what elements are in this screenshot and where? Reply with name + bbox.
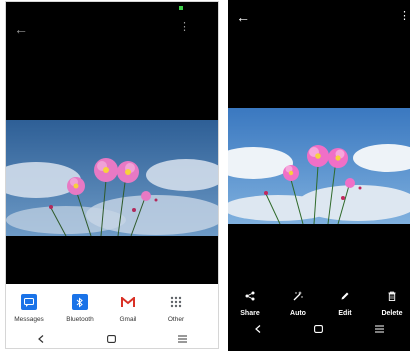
more-options-icon[interactable]: ⋮ xyxy=(399,11,410,22)
home-icon xyxy=(107,335,117,343)
cosmos-flower-photo xyxy=(6,120,218,236)
nav-home-button[interactable] xyxy=(309,323,329,335)
edit-icon xyxy=(341,292,349,300)
photo-action-bar: Share Auto Edit Delete xyxy=(228,288,410,318)
share-icon xyxy=(245,291,255,301)
home-icon xyxy=(314,325,324,333)
back-icon xyxy=(38,335,44,343)
share-target-label: Messages xyxy=(14,316,44,323)
left-phone-screen: ← ⋮ Messages Bluetooth Gmail Other xyxy=(5,1,219,349)
nav-recents-button[interactable] xyxy=(370,323,390,335)
navigation-bar xyxy=(6,332,218,346)
auto-enhance-icon xyxy=(293,291,303,301)
share-target-label: Gmail xyxy=(119,316,137,323)
photo-preview xyxy=(6,120,218,236)
nav-back-button[interactable] xyxy=(31,333,51,345)
photo-view xyxy=(228,108,410,224)
share-sheet: Messages Bluetooth Gmail Other xyxy=(6,284,218,348)
navigation-bar xyxy=(228,322,410,336)
share-target-label: Bluetooth xyxy=(66,316,94,323)
edit-button[interactable]: Edit xyxy=(327,288,363,317)
recents-icon xyxy=(375,325,385,333)
delete-icon xyxy=(388,291,396,301)
gmail-icon xyxy=(120,294,136,310)
back-arrow-icon[interactable]: ← xyxy=(14,22,28,36)
action-label: Auto xyxy=(290,310,306,317)
right-phone-screen: ← ⋮ Share Auto Edit Delete xyxy=(228,0,410,351)
messages-icon xyxy=(21,294,37,310)
recents-icon xyxy=(178,335,188,343)
share-target-bluetooth[interactable]: Bluetooth xyxy=(57,294,103,323)
auto-enhance-button[interactable]: Auto xyxy=(280,288,316,317)
cosmos-flower-photo xyxy=(228,108,410,224)
more-options-icon[interactable]: ⋮ xyxy=(179,22,190,33)
status-indicator-icon xyxy=(179,6,183,10)
share-target-gmail[interactable]: Gmail xyxy=(105,294,151,323)
nav-recents-button[interactable] xyxy=(173,333,193,345)
bluetooth-icon xyxy=(72,294,88,310)
action-label: Share xyxy=(240,310,260,317)
delete-button[interactable]: Delete xyxy=(374,288,410,317)
nav-back-button[interactable] xyxy=(248,323,268,335)
back-arrow-icon[interactable]: ← xyxy=(236,10,250,24)
action-label: Delete xyxy=(381,310,403,317)
more-apps-icon xyxy=(168,294,184,310)
back-icon xyxy=(255,325,261,333)
share-target-label: Other xyxy=(167,316,185,323)
share-button[interactable]: Share xyxy=(232,288,268,317)
share-target-messages[interactable]: Messages xyxy=(6,294,52,323)
nav-home-button[interactable] xyxy=(102,333,122,345)
share-target-other[interactable]: Other xyxy=(153,294,199,323)
action-label: Edit xyxy=(338,310,352,317)
